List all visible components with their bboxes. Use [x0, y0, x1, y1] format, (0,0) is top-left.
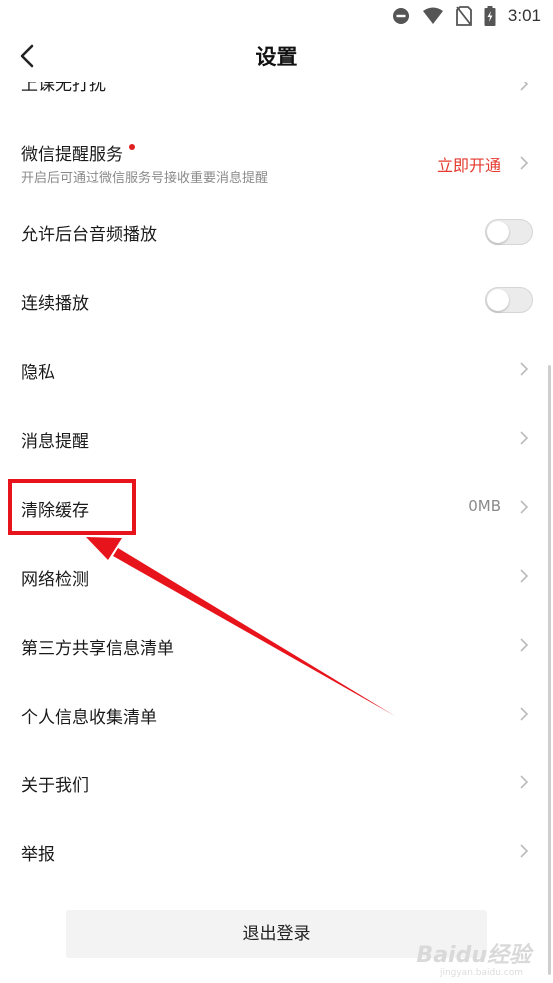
no-sim-icon — [456, 6, 472, 26]
page-title: 设置 — [255, 45, 298, 69]
wechat-service-subtitle: 开启后可通过微信服务号接收重要消息提醒 — [21, 171, 269, 186]
status-bar: 3:01 — [0, 0, 553, 32]
chevron-right-icon — [520, 569, 529, 583]
chevron-right-icon — [520, 638, 529, 652]
row-privacy[interactable]: 隐私 — [0, 343, 553, 399]
baidu-watermark-url: jingyan.baidu.com — [439, 968, 523, 978]
row-report[interactable]: 举报 — [0, 825, 553, 881]
third-party-label: 第三方共享信息清单 — [21, 639, 174, 659]
row-personal-info-list[interactable]: 个人信息收集清单 — [0, 688, 553, 744]
row-third-party-list[interactable]: 第三方共享信息清单 — [0, 619, 553, 675]
open-now-link[interactable]: 立即开通 — [437, 152, 501, 176]
row-background-audio: 允许后台音频播放 — [0, 205, 553, 261]
chevron-right-icon — [520, 844, 529, 858]
status-icons: 3:01 — [392, 6, 541, 26]
chevron-right-icon — [520, 156, 529, 170]
battery-charging-icon — [484, 6, 496, 26]
network-check-label: 网络检测 — [21, 570, 89, 590]
status-time: 3:01 — [507, 6, 541, 25]
cache-size-value: 0MB — [468, 497, 501, 515]
notifications-label: 消息提醒 — [21, 432, 89, 452]
continuous-play-toggle[interactable] — [485, 287, 533, 313]
row-network-check[interactable]: 网络检测 — [0, 550, 553, 606]
row-continuous-play: 连续播放 — [0, 274, 553, 330]
chevron-right-icon — [520, 707, 529, 721]
row-label: 微信提醒服务 — [21, 140, 135, 165]
chevron-right-icon — [520, 362, 529, 376]
personal-info-label: 个人信息收集清单 — [21, 708, 157, 728]
do-not-disturb-icon — [392, 8, 409, 24]
about-label: 关于我们 — [21, 776, 89, 796]
wechat-service-label: 微信提醒服务 — [21, 145, 123, 165]
toggle-knob — [487, 289, 509, 311]
chevron-right-icon — [520, 431, 529, 445]
red-dot-badge — [129, 144, 135, 150]
partial-row-label: 上课无打扰 — [21, 82, 106, 95]
continuous-play-label: 连续播放 — [21, 294, 89, 314]
header: 设置 — [0, 32, 553, 82]
row-wechat-service[interactable]: 微信提醒服务 开启后可通过微信服务号接收重要消息提醒 立即开通 — [0, 130, 553, 192]
background-audio-toggle[interactable] — [485, 219, 533, 245]
partial-row-clip: 上课无打扰 — [0, 82, 553, 108]
privacy-label: 隐私 — [21, 363, 55, 383]
chevron-right-icon — [520, 82, 529, 91]
row-notifications[interactable]: 消息提醒 — [0, 412, 553, 468]
wifi-icon — [422, 7, 443, 24]
row-about-us[interactable]: 关于我们 — [0, 756, 553, 812]
toggle-knob — [487, 221, 509, 243]
background-audio-label: 允许后台音频播放 — [21, 225, 157, 245]
chevron-right-icon — [520, 775, 529, 789]
baidu-watermark-logo: Baidu经验 — [416, 943, 531, 968]
scrollbar[interactable] — [548, 365, 551, 975]
chevron-right-icon — [520, 500, 529, 514]
report-label: 举报 — [21, 845, 55, 865]
annotation-highlight-box — [8, 479, 136, 535]
